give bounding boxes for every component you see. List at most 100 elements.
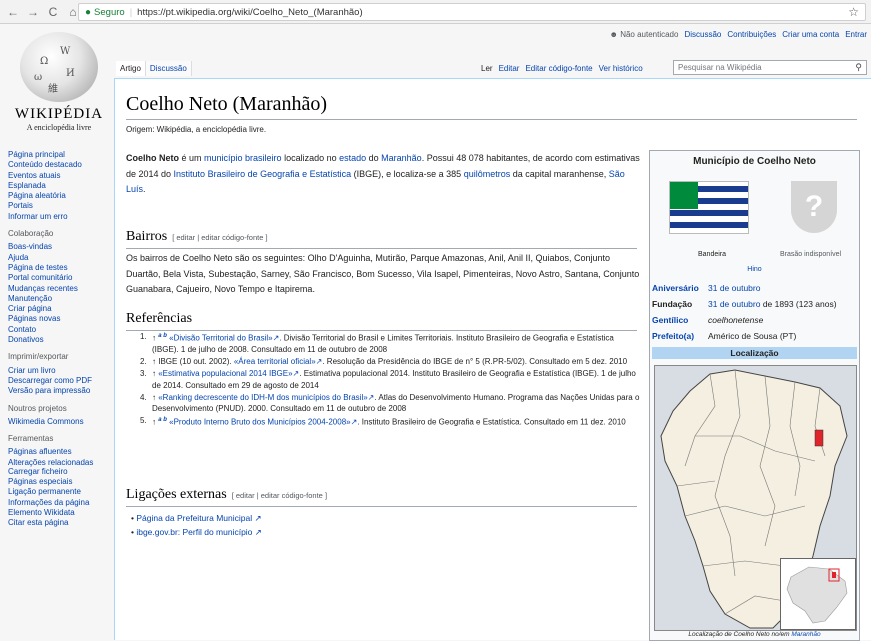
globe-glyph: И <box>66 68 75 79</box>
login-link[interactable]: Entrar <box>845 30 867 39</box>
search-input[interactable]: Pesquisar na Wikipédia ⚲ <box>673 60 867 75</box>
section-divider <box>126 506 637 507</box>
tab-read[interactable]: Ler <box>478 61 496 76</box>
reference-backlink-letters[interactable]: a b <box>158 417 167 423</box>
sidebar-collab-item[interactable]: Mudanças recentes <box>8 284 118 294</box>
sidebar-tools-nav: Páginas afluentes Alterações relacionadas… <box>8 447 118 528</box>
sidebar-collab-item[interactable]: Contato <box>8 325 118 335</box>
reference-item: 4. ↑ «Ranking decrescente do IDH-M dos mu… <box>140 392 642 416</box>
sidebar-main-item[interactable]: Informar um erro <box>8 212 118 222</box>
row-value[interactable]: 31 de outubro <box>708 283 760 293</box>
reference-number: 2. <box>140 357 147 367</box>
reference-link[interactable]: «Ranking decrescente do IDH-M dos municí… <box>158 393 367 402</box>
sidebar-tools-item[interactable]: Ligação permanente <box>8 487 118 497</box>
sidebar-main-item[interactable]: Conteúdo destacado <box>8 160 118 170</box>
reference-link[interactable]: «Área territorial oficial» <box>234 357 316 366</box>
sidebar-print-item[interactable]: Versão para impressão <box>8 386 118 396</box>
search-icon[interactable]: ⚲ <box>855 62 862 73</box>
sidebar-tools-item[interactable]: Páginas especiais <box>8 477 118 487</box>
personal-tools: ☻ Não autenticado Discussão Contribuiçõe… <box>610 30 867 39</box>
reference-number: 4. <box>140 392 147 402</box>
url-text[interactable]: https://pt.wikipedia.org/wiki/Coelho_Net… <box>137 7 362 18</box>
reference-link[interactable]: «Produto Interno Bruto dos Municípios 20… <box>169 418 350 427</box>
personal-contributions-link[interactable]: Contribuições <box>727 30 776 39</box>
sidebar-collab-item[interactable]: Boas-vindas <box>8 242 118 252</box>
external-link-ibge[interactable]: ibge.gov.br: Perfil do município <box>136 527 252 537</box>
intro-text: do <box>366 153 382 163</box>
personal-talk-link[interactable]: Discussão <box>684 30 721 39</box>
sidebar-tools-item[interactable]: Elemento Wikidata <box>8 508 118 518</box>
anthem-link[interactable]: Hino <box>650 266 859 273</box>
sidebar-main-item[interactable]: Portais <box>8 201 118 211</box>
external-link-prefeitura[interactable]: Página da Prefeitura Municipal <box>136 513 252 523</box>
bairros-paragraph: Os bairros de Coelho Neto são os seguint… <box>126 253 640 294</box>
sidebar-main-item[interactable]: Página aleatória <box>8 191 118 201</box>
sidebar-collab-item[interactable]: Portal comunitário <box>8 273 118 283</box>
tab-edit-source[interactable]: Editar código-fonte <box>522 61 595 76</box>
sidebar-tools-item[interactable]: Alterações relacionadas <box>8 458 118 467</box>
link-estado[interactable]: estado <box>339 153 366 163</box>
sidebar-tools-item[interactable]: Citar esta página <box>8 518 118 528</box>
reference-number: 3. <box>140 369 147 379</box>
infobox-row: Prefeito(a) Américo de Sousa (PT) <box>652 331 857 341</box>
reference-number: 1. <box>140 332 147 341</box>
reference-text: . Instituto Brasileiro de Geografia e Es… <box>357 417 626 427</box>
sidebar-main-item[interactable]: Esplanada <box>8 181 118 191</box>
reference-item: 5. ↑ a b «Produto Interno Bruto dos Munic… <box>140 415 642 428</box>
row-label[interactable]: Gentílico <box>652 315 708 325</box>
reference-link[interactable]: «Divisão Territorial do Brasil» <box>169 334 272 343</box>
row-value: Américo de Sousa (PT) <box>708 331 797 341</box>
sidebar-collab-item[interactable]: Ajuda <box>8 253 118 263</box>
forward-icon[interactable]: → <box>26 5 40 19</box>
puzzle-globe-icon: Ω W И 維 ω <box>20 32 98 102</box>
sidebar-tools-item[interactable]: Páginas afluentes <box>8 447 118 457</box>
reference-backlink[interactable]: ↑ IBGE (10 out. 2002). <box>152 357 234 366</box>
link-maranhao[interactable]: Maranhão <box>381 153 422 163</box>
municipal-flag-image[interactable] <box>669 181 749 234</box>
sidebar-print-item[interactable]: Descarregar como PDF <box>8 376 118 386</box>
view-tabs: Ler Editar Editar código-fonte Ver histó… <box>478 61 646 76</box>
logo-tagline: A enciclopédia livre <box>26 123 92 132</box>
infobox-title: Município de Coelho Neto <box>693 156 816 167</box>
logo-wordmark: WIKIPÉDIA <box>14 106 104 122</box>
row-value-suffix: de 1893 (123 anos) <box>760 299 837 309</box>
map-caption-link[interactable]: Maranhão <box>791 631 820 638</box>
sidebar-collab-item[interactable]: Donativos <box>8 335 118 345</box>
reference-backlink-letters[interactable]: a b <box>158 333 167 339</box>
sidebar-print-item[interactable]: Criar um livro <box>8 366 118 376</box>
address-bar[interactable]: ● Seguro | https://pt.wikipedia.org/wiki… <box>78 3 866 21</box>
sidebar-projects-item[interactable]: Wikimedia Commons <box>8 417 118 427</box>
section-edit-links[interactable]: [ editar | editar código-fonte ] <box>172 233 267 242</box>
link-ibge[interactable]: Instituto Brasileiro de Geografia e Esta… <box>174 169 352 179</box>
sidebar-main-item[interactable]: Página principal <box>8 150 118 160</box>
back-icon[interactable]: ← <box>6 5 20 19</box>
sidebar-collab-item[interactable]: Manutenção <box>8 294 118 304</box>
lock-icon: ● <box>85 6 92 18</box>
sidebar-collab-item[interactable]: Página de testes <box>8 263 118 273</box>
intro-bold: Coelho Neto <box>126 153 179 163</box>
brazil-inset-map <box>780 558 856 630</box>
bookmark-star-icon[interactable]: ☆ <box>848 5 859 19</box>
location-map[interactable] <box>654 365 857 631</box>
sidebar-tools-item[interactable]: Informações da página <box>8 498 118 508</box>
link-municipio[interactable]: município brasileiro <box>204 153 282 163</box>
link-quilometros[interactable]: quilômetros <box>464 169 511 179</box>
reference-link[interactable]: «Estimativa populacional 2014 IBGE» <box>158 369 292 378</box>
tab-edit[interactable]: Editar <box>496 61 523 76</box>
tab-article[interactable]: Artigo <box>116 61 146 76</box>
sidebar-collab-item[interactable]: Páginas novas <box>8 314 118 324</box>
wikipedia-logo[interactable]: Ω W И 維 ω WIKIPÉDIA A enciclopédia livre <box>4 32 114 140</box>
row-label[interactable]: Aniversário <box>652 283 708 293</box>
coat-of-arms-placeholder[interactable]: ? <box>791 181 837 233</box>
tab-history[interactable]: Ver histórico <box>596 61 646 76</box>
create-account-link[interactable]: Criar uma conta <box>782 30 839 39</box>
reference-item: 1. ↑ a b «Divisão Territorial do Brasil»↗… <box>140 331 642 356</box>
sidebar-collab-item[interactable]: Criar página <box>8 304 118 314</box>
sidebar-main-item[interactable]: Eventos atuais <box>8 171 118 181</box>
reload-icon[interactable]: C <box>46 5 60 19</box>
sidebar-tools-item[interactable]: Carregar ficheiro <box>8 467 118 477</box>
row-label[interactable]: Prefeito(a) <box>652 331 708 341</box>
tab-talk[interactable]: Discussão <box>145 61 192 76</box>
section-edit-links[interactable]: [ editar | editar código-fonte ] <box>232 491 327 500</box>
row-value-link[interactable]: 31 de outubro <box>708 299 760 309</box>
